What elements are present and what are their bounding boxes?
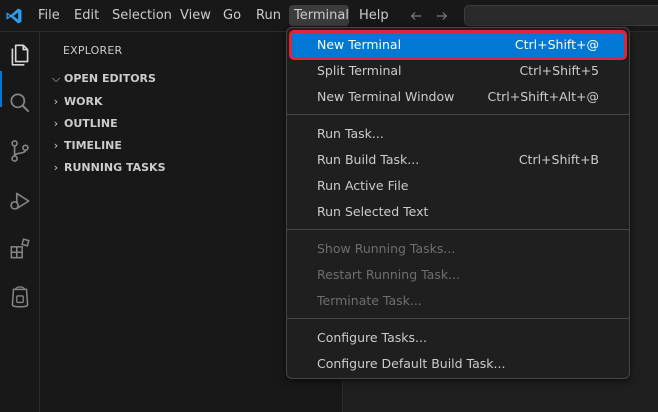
menu-item-run-task[interactable]: Run Task... [291,121,625,147]
extensions-icon[interactable] [7,236,33,262]
menu-run[interactable]: Run [251,5,286,26]
source-control-icon[interactable] [7,138,33,164]
menu-item-run-active-file[interactable]: Run Active File [291,173,625,199]
menu-view[interactable]: View [175,5,216,26]
section-running-tasks[interactable]: › RUNNING TASKS [48,158,166,178]
terminal-menu-dropdown: New Terminal Ctrl+Shift+@ Split Terminal… [286,27,630,379]
menu-separator [287,114,629,115]
remote-icon[interactable] [7,284,33,310]
chevron-right-icon: › [53,161,59,174]
chevron-right-icon: › [53,117,59,130]
menu-go[interactable]: Go [218,5,246,26]
activity-bar [0,32,40,412]
active-indicator [0,71,2,107]
menu-item-show-running-tasks: Show Running Tasks... [317,241,456,256]
search-icon[interactable] [7,90,33,116]
explorer-title: EXPLORER [63,44,123,57]
section-work[interactable]: › WORK [48,92,103,112]
menu-item-restart-running-task: Restart Running Task... [317,267,460,282]
menu-separator [287,318,629,319]
run-debug-icon[interactable] [7,188,33,214]
menu-item-new-terminal-window[interactable]: New Terminal Window Ctrl+Shift+Alt+@ [291,84,625,110]
forward-arrow-icon[interactable] [435,9,449,23]
back-arrow-icon[interactable] [409,9,423,23]
section-outline[interactable]: › OUTLINE [48,114,118,134]
menu-item-configure-default-build-task[interactable]: Configure Default Build Task... [291,351,625,377]
chevron-right-icon: › [53,95,59,108]
vscode-logo-icon[interactable] [5,7,23,25]
menu-item-run-selected-text[interactable]: Run Selected Text [291,199,625,225]
menu-file[interactable]: File [33,5,65,26]
menu-terminal[interactable]: Terminal [289,5,349,26]
explorer-icon[interactable] [7,42,33,68]
chevron-right-icon: › [53,139,59,152]
section-open-editors[interactable]: ⌵ OPEN EDITORS [48,69,156,89]
command-center-search[interactable] [464,5,658,26]
menu-item-new-terminal[interactable]: New Terminal Ctrl+Shift+@ [289,30,627,60]
menu-selection[interactable]: Selection [107,5,177,26]
section-timeline[interactable]: › TIMELINE [48,136,122,156]
menu-help[interactable]: Help [354,5,394,26]
menu-item-terminate-task: Terminate Task... [317,293,422,308]
menu-item-split-terminal[interactable]: Split Terminal Ctrl+Shift+5 [291,58,625,84]
menu-item-run-build-task[interactable]: Run Build Task... Ctrl+Shift+B [291,147,625,173]
menu-edit[interactable]: Edit [69,5,104,26]
menu-item-configure-tasks[interactable]: Configure Tasks... [291,325,625,351]
chevron-down-icon: ⌵ [51,72,61,85]
menu-separator [287,229,629,230]
